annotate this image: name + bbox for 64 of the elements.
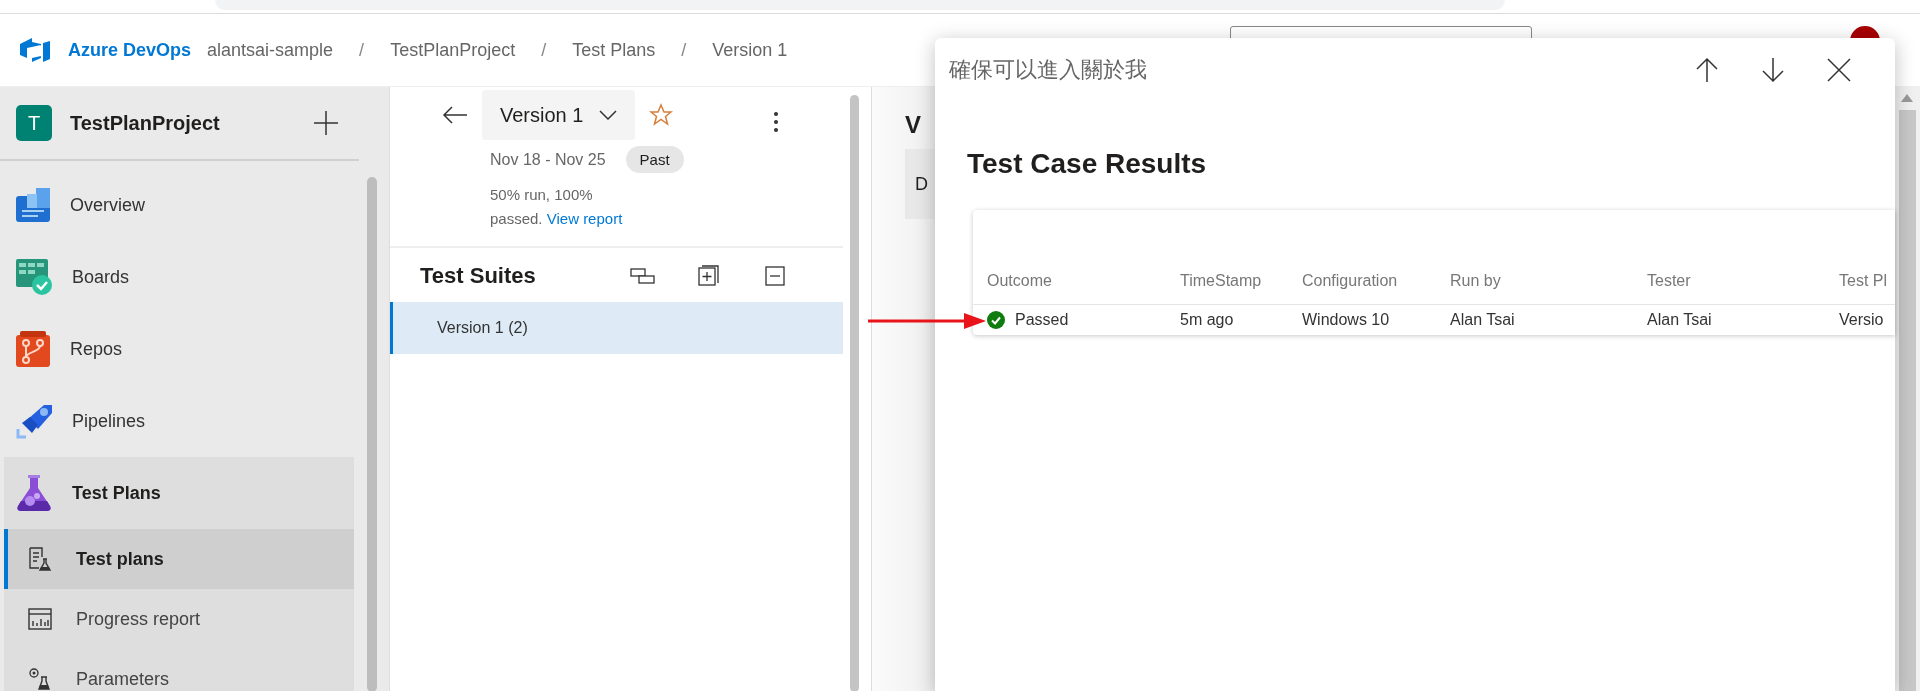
- nav-item[interactable]: Pipelines: [0, 385, 354, 457]
- table-cell: Passed: [1015, 311, 1069, 329]
- down-arrow-icon[interactable]: [1759, 56, 1787, 84]
- project-avatar: T: [16, 105, 52, 141]
- nav-subitem[interactable]: Progress report: [4, 589, 354, 649]
- scrollbar[interactable]: [1895, 86, 1920, 691]
- breadcrumb-link[interactable]: alantsai-sample: [207, 39, 334, 61]
- nav-item[interactable]: Test Plans: [4, 457, 354, 529]
- date-range: Nov 18 - Nov 25: [490, 150, 606, 169]
- scrollbar[interactable]: [367, 177, 377, 691]
- at-flask-icon: [28, 667, 52, 691]
- brand-name[interactable]: Azure DevOps: [68, 39, 192, 61]
- document-flask-icon: [28, 547, 52, 571]
- section-heading: Test Case Results: [967, 148, 1208, 180]
- expand-all-icon[interactable]: [696, 265, 722, 287]
- page-title: V: [905, 111, 922, 139]
- breadcrumb-link[interactable]: TestPlanProject: [390, 39, 516, 61]
- column-header[interactable]: Outcome: [987, 272, 1180, 290]
- table-cell-text: Alan Tsai: [1450, 311, 1516, 329]
- section-title: Test Suites: [420, 263, 537, 289]
- more-options-icon[interactable]: [773, 111, 780, 133]
- column-header[interactable]: TimeStamp: [1180, 272, 1302, 290]
- run-summary: 50% run, 100% passed. View report: [489, 185, 624, 229]
- nav-item[interactable]: Boards: [0, 241, 354, 313]
- chevron-down-icon: [599, 110, 618, 120]
- column-header[interactable]: Configuration: [1302, 272, 1450, 290]
- plan-dropdown[interactable]: Version 1: [482, 90, 636, 140]
- nav-item[interactable]: Overview: [0, 169, 354, 241]
- report-chart-icon: [28, 608, 52, 630]
- status-badge: Past: [625, 146, 684, 173]
- column-header[interactable]: Run by: [1450, 272, 1647, 290]
- table-cell-text: Windows 10: [1302, 311, 1391, 329]
- table-cell-text: Alan Tsai: [1647, 311, 1713, 329]
- breadcrumb-separator: /: [681, 39, 687, 61]
- tab[interactable]: D: [905, 149, 935, 219]
- view-report-link[interactable]: View report: [546, 210, 623, 227]
- flask-icon: [16, 475, 52, 511]
- suite-item[interactable]: Version 1 (2): [390, 302, 843, 354]
- dialog-title: 確保可以進入關於我: [949, 56, 1148, 84]
- hierarchy-icon[interactable]: [630, 265, 656, 287]
- project-name[interactable]: TestPlanProject: [70, 111, 313, 135]
- nav-subitem[interactable]: Parameters: [4, 649, 354, 691]
- plus-icon[interactable]: [313, 110, 339, 136]
- breadcrumb-separator: /: [359, 39, 365, 61]
- breadcrumb-link[interactable]: Test Plans: [572, 39, 656, 61]
- nav-subitem[interactable]: Test plans: [4, 529, 354, 589]
- column-header[interactable]: Test Pl: [1839, 272, 1895, 290]
- back-arrow-icon[interactable]: [442, 105, 468, 125]
- scrollbar[interactable]: [850, 95, 859, 691]
- breadcrumb-link[interactable]: Version 1: [712, 39, 788, 61]
- breadcrumb-separator: /: [541, 39, 547, 61]
- column-header[interactable]: Tester: [1647, 272, 1839, 290]
- scroll-up-icon[interactable]: [1901, 94, 1913, 102]
- table-cell-text: Versio: [1839, 311, 1885, 329]
- nav-item[interactable]: Repos: [0, 313, 354, 385]
- overview-icon: [16, 188, 50, 222]
- board-check-icon: [16, 259, 52, 295]
- table-cell-text: 5m ago: [1180, 311, 1235, 329]
- close-icon[interactable]: [1825, 56, 1853, 84]
- azure-devops-logo-icon[interactable]: [20, 37, 50, 63]
- repo-branch-icon: [16, 331, 50, 367]
- star-icon[interactable]: [649, 103, 674, 127]
- collapse-all-icon[interactable]: [762, 265, 788, 287]
- rocket-icon: [16, 403, 52, 439]
